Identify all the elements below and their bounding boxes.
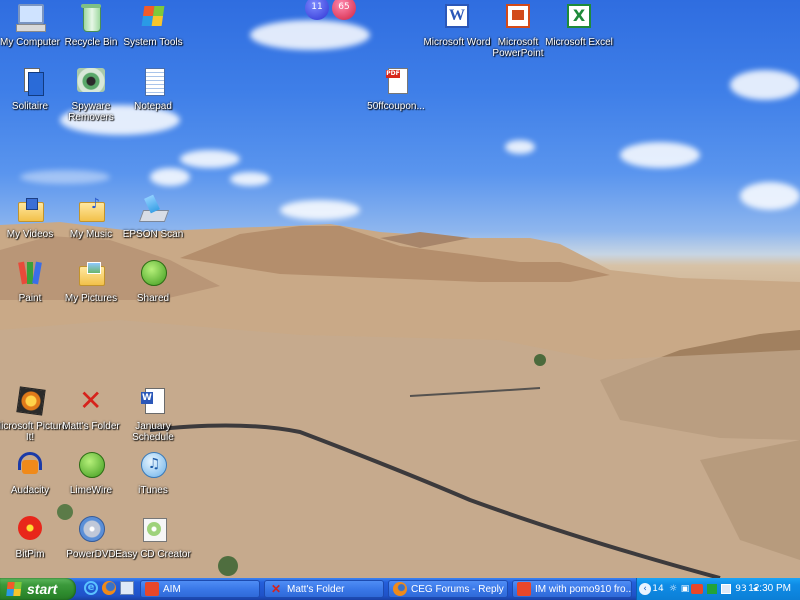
- folder-x-icon: ✕: [270, 582, 282, 596]
- right-counter-value: 65: [338, 2, 350, 12]
- desktop-icon-label: Easy CD Creator: [115, 549, 191, 560]
- network-icon[interactable]: ▣: [679, 582, 691, 596]
- system-tray: ‹ 14 ☼ ▣ 93 ◂ 12:30 PM: [636, 578, 800, 600]
- task-label: IM with pomo910 fro...: [535, 583, 632, 595]
- notepad-icon: [137, 66, 169, 98]
- desktop-icon-microsoft-excel[interactable]: X Microsoft Excel: [541, 2, 617, 48]
- audacity-icon: [14, 450, 46, 482]
- weather-temperature[interactable]: 14: [651, 582, 665, 596]
- excel-icon: X: [563, 2, 595, 34]
- easy-cd-creator-icon: [137, 514, 169, 546]
- task-label: CEG Forums - Reply ...: [411, 583, 508, 595]
- firefox-icon: [393, 582, 407, 596]
- desktop-icon-label: Notepad: [134, 101, 172, 112]
- spyware-removers-icon: [75, 66, 107, 98]
- aim-tray-icon[interactable]: [691, 584, 703, 594]
- bitpim-icon: [14, 514, 46, 546]
- start-label: start: [27, 581, 58, 597]
- aim-im-icon: [517, 582, 531, 596]
- word-document-icon: W: [137, 386, 169, 418]
- left-counter-value: 11: [311, 2, 323, 12]
- epson-scan-icon: [137, 194, 170, 226]
- my-computer-icon: [14, 2, 46, 34]
- taskbar-task-im[interactable]: IM with pomo910 fro...: [512, 580, 632, 598]
- taskbar-clock[interactable]: 12:30 PM: [748, 578, 791, 600]
- right-counter-ball: 65: [332, 0, 356, 20]
- recycle-bin-icon: [75, 2, 107, 34]
- desktop-icon-coupon-pdf[interactable]: PDF 50ffcoupon...: [358, 66, 434, 112]
- desktop-icon-label: 50ffcoupon...: [367, 101, 425, 112]
- desktop-icon-shared[interactable]: Shared: [115, 258, 191, 304]
- tray-collapse-icon[interactable]: ‹: [639, 583, 651, 595]
- taskbar-task-ceg-forums[interactable]: CEG Forums - Reply ...: [388, 580, 508, 598]
- taskbar-task-aim[interactable]: AIM: [140, 580, 260, 598]
- desktop-icon-label: EPSON Scan: [122, 229, 184, 240]
- my-music-folder-icon: ♪: [75, 194, 107, 226]
- powerdvd-icon: [75, 514, 107, 546]
- desktop-icon-epson-scan[interactable]: EPSON Scan: [115, 194, 191, 240]
- show-desktop-icon[interactable]: [120, 581, 136, 597]
- desktop-icon-january-schedule[interactable]: W January Schedule: [115, 386, 191, 443]
- system-tools-icon: [137, 2, 169, 34]
- picture-it-icon: [14, 386, 46, 418]
- my-pictures-folder-icon: [75, 258, 107, 290]
- display-icon[interactable]: [721, 584, 731, 594]
- firefox-icon[interactable]: [102, 581, 118, 597]
- desktop-icon-label: Shared: [136, 293, 170, 304]
- top-widget[interactable]: 11 65: [305, 0, 359, 20]
- weather-icon[interactable]: ☼: [667, 582, 679, 596]
- task-label: Matt's Folder: [287, 583, 345, 595]
- security-icon[interactable]: [707, 584, 717, 594]
- taskbar: start e AIM ✕ Matt's Folder CEG Forums -…: [0, 578, 800, 600]
- pdf-file-icon: PDF: [380, 66, 412, 98]
- aim-icon: [145, 582, 159, 596]
- limewire-icon: [75, 450, 107, 482]
- desktop-icon-notepad[interactable]: Notepad: [115, 66, 191, 112]
- desktop-icon-easy-cd-creator[interactable]: Easy CD Creator: [115, 514, 191, 560]
- matts-folder-icon: ✕: [79, 384, 103, 417]
- taskbar-task-matts-folder[interactable]: ✕ Matt's Folder: [264, 580, 384, 598]
- desktop-icon-label: Microsoft Excel: [545, 37, 613, 48]
- left-counter-ball: 11: [305, 0, 329, 20]
- desktop-icon-system-tools[interactable]: System Tools: [115, 2, 191, 48]
- tray-badge[interactable]: 93: [733, 582, 749, 596]
- limewire-shared-icon: [137, 258, 169, 290]
- desktop-icon-label: January Schedule: [132, 421, 174, 443]
- windows-logo-icon: [6, 582, 22, 596]
- task-label: AIM: [163, 583, 181, 595]
- start-button[interactable]: start: [0, 578, 76, 600]
- solitaire-icon: [14, 66, 46, 98]
- my-videos-folder-icon: [14, 194, 46, 226]
- internet-explorer-icon[interactable]: e: [84, 581, 100, 597]
- paint-icon: [14, 258, 46, 290]
- desktop-icon-label: System Tools: [123, 37, 183, 48]
- desktop-icon-itunes[interactable]: ♫ iTunes: [115, 450, 191, 496]
- powerpoint-icon: [502, 2, 534, 34]
- desktop-icon-label: iTunes: [138, 485, 168, 496]
- word-icon: W: [441, 2, 473, 34]
- itunes-icon: ♫: [137, 450, 169, 482]
